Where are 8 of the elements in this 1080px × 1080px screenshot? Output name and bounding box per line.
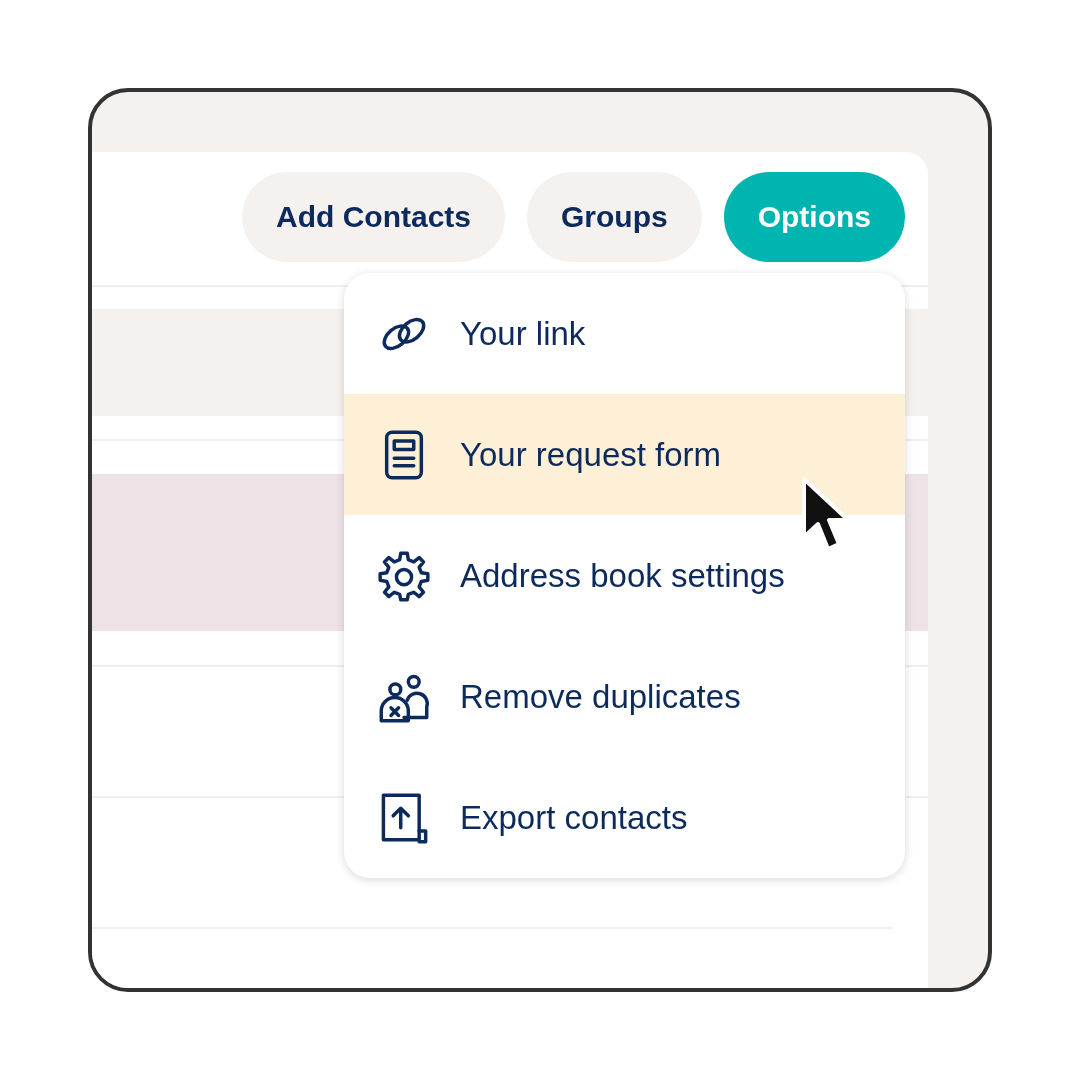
toolbar-button[interactable]: Groups [527,172,702,262]
toolbar-button[interactable]: Add Contacts [242,172,505,262]
settings-icon [378,549,430,602]
menu-item[interactable]: Address book settings [344,515,905,636]
menu-item[interactable]: Your link [344,273,905,394]
menu-item[interactable]: Remove duplicates [344,636,905,757]
menu-item[interactable]: Your request form [344,394,905,515]
menu-item[interactable]: Export contacts [344,757,905,878]
